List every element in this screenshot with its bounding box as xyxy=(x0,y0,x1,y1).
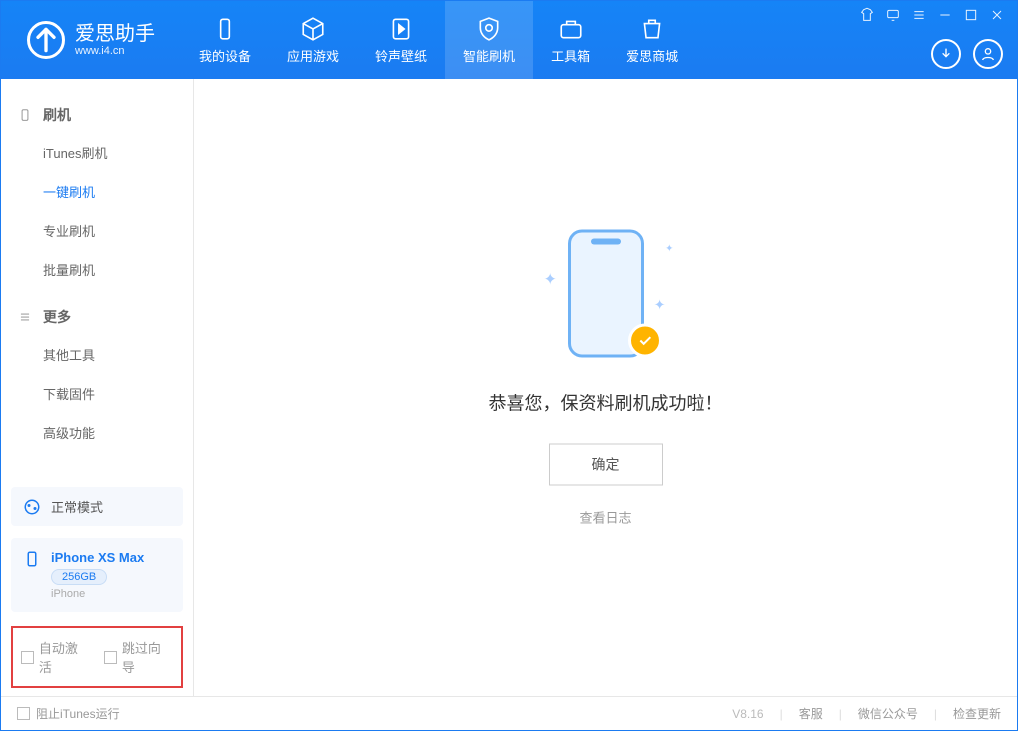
cube-icon xyxy=(300,16,326,42)
mode-card[interactable]: 正常模式 xyxy=(11,487,183,526)
sidebar-item-other-tools[interactable]: 其他工具 xyxy=(1,335,193,374)
ringtone-icon xyxy=(388,16,414,42)
checkbox-icon xyxy=(104,651,117,664)
close-icon[interactable] xyxy=(989,7,1005,23)
tab-label: 爱思商城 xyxy=(626,46,678,65)
check-badge-icon xyxy=(628,324,662,358)
sidebar-item-advanced[interactable]: 高级功能 xyxy=(1,413,193,452)
download-button[interactable] xyxy=(931,39,961,69)
tab-apps-games[interactable]: 应用游戏 xyxy=(269,1,357,79)
checkbox-icon xyxy=(17,707,30,720)
app-subtitle: www.i4.cn xyxy=(75,45,155,57)
options-box: 自动激活 跳过向导 xyxy=(11,626,183,688)
sidebar-item-download-firmware[interactable]: 下载固件 xyxy=(1,374,193,413)
ok-button[interactable]: 确定 xyxy=(549,444,663,486)
header-actions xyxy=(931,39,1003,69)
tab-smart-flash[interactable]: 智能刷机 xyxy=(445,1,533,79)
tab-label: 我的设备 xyxy=(199,46,251,65)
logo-icon xyxy=(27,21,65,59)
app-header: 爱思助手 www.i4.cn 我的设备 应用游戏 铃声壁纸 智能刷机 工具箱 爱… xyxy=(1,1,1017,79)
device-icon xyxy=(212,16,238,42)
group-title: 刷机 xyxy=(43,105,71,125)
feedback-icon[interactable] xyxy=(885,7,901,23)
app-title: 爱思助手 xyxy=(75,23,155,45)
tab-label: 工具箱 xyxy=(551,46,590,65)
user-button[interactable] xyxy=(973,39,1003,69)
skip-guide-checkbox[interactable]: 跳过向导 xyxy=(104,638,173,676)
group-title: 更多 xyxy=(43,307,71,327)
sparkle-icon: ✦ xyxy=(665,244,673,255)
mode-icon xyxy=(23,498,41,516)
sidebar: 刷机 iTunes刷机 一键刷机 专业刷机 批量刷机 更多 其他工具 下载固件 … xyxy=(1,79,194,696)
view-log-link[interactable]: 查看日志 xyxy=(579,508,631,527)
success-message: 恭喜您，保资料刷机成功啦！ xyxy=(489,390,723,416)
header-tabs: 我的设备 应用游戏 铃声壁纸 智能刷机 工具箱 爱思商城 xyxy=(181,1,696,79)
minimize-icon[interactable] xyxy=(937,7,953,23)
version-label: V8.16 xyxy=(732,707,763,721)
sparkle-icon: ✦ xyxy=(544,270,557,290)
phone-icon xyxy=(17,107,33,123)
sparkle-icon: ✦ xyxy=(654,297,666,314)
device-name: iPhone XS Max xyxy=(51,550,144,565)
sidebar-group-flash: 刷机 xyxy=(1,97,193,133)
sidebar-group-more: 更多 xyxy=(1,299,193,335)
auto-activate-checkbox[interactable]: 自动激活 xyxy=(21,638,90,676)
tab-store[interactable]: 爱思商城 xyxy=(608,1,696,79)
device-type: iPhone xyxy=(51,588,144,600)
tab-ringtones[interactable]: 铃声壁纸 xyxy=(357,1,445,79)
device-card[interactable]: iPhone XS Max 256GB iPhone xyxy=(11,538,183,612)
shield-icon xyxy=(476,16,502,42)
wechat-link[interactable]: 微信公众号 xyxy=(858,705,918,722)
phone-icon xyxy=(23,550,41,568)
update-link[interactable]: 检查更新 xyxy=(953,705,1001,722)
sidebar-item-itunes-flash[interactable]: iTunes刷机 xyxy=(1,133,193,172)
store-icon xyxy=(639,16,665,42)
checkbox-icon xyxy=(21,651,34,664)
tab-label: 智能刷机 xyxy=(463,46,515,65)
sidebar-item-batch-flash[interactable]: 批量刷机 xyxy=(1,250,193,289)
tab-label: 铃声壁纸 xyxy=(375,46,427,65)
device-storage: 256GB xyxy=(51,569,107,585)
tab-my-device[interactable]: 我的设备 xyxy=(181,1,269,79)
support-link[interactable]: 客服 xyxy=(799,705,823,722)
tab-toolbox[interactable]: 工具箱 xyxy=(533,1,608,79)
tab-label: 应用游戏 xyxy=(287,46,339,65)
mode-label: 正常模式 xyxy=(51,497,103,516)
toolbox-icon xyxy=(558,16,584,42)
block-itunes-checkbox[interactable]: 阻止iTunes运行 xyxy=(17,705,120,722)
more-icon xyxy=(17,309,33,325)
checkbox-label: 自动激活 xyxy=(39,638,90,676)
checkbox-label: 阻止iTunes运行 xyxy=(36,705,120,722)
checkbox-label: 跳过向导 xyxy=(122,638,173,676)
maximize-icon[interactable] xyxy=(963,7,979,23)
sidebar-item-one-click-flash[interactable]: 一键刷机 xyxy=(1,172,193,211)
footer: 阻止iTunes运行 V8.16 | 客服 | 微信公众号 | 检查更新 xyxy=(1,696,1017,730)
app-body: 刷机 iTunes刷机 一键刷机 专业刷机 批量刷机 更多 其他工具 下载固件 … xyxy=(1,79,1017,696)
menu-icon[interactable] xyxy=(911,7,927,23)
sidebar-item-pro-flash[interactable]: 专业刷机 xyxy=(1,211,193,250)
window-controls xyxy=(859,7,1005,23)
success-illustration: ✦ ✦ ✦ xyxy=(516,224,696,364)
logo: 爱思助手 www.i4.cn xyxy=(1,1,181,79)
skin-icon[interactable] xyxy=(859,7,875,23)
main-content: ✦ ✦ ✦ 恭喜您，保资料刷机成功啦！ 确定 查看日志 xyxy=(194,79,1017,696)
